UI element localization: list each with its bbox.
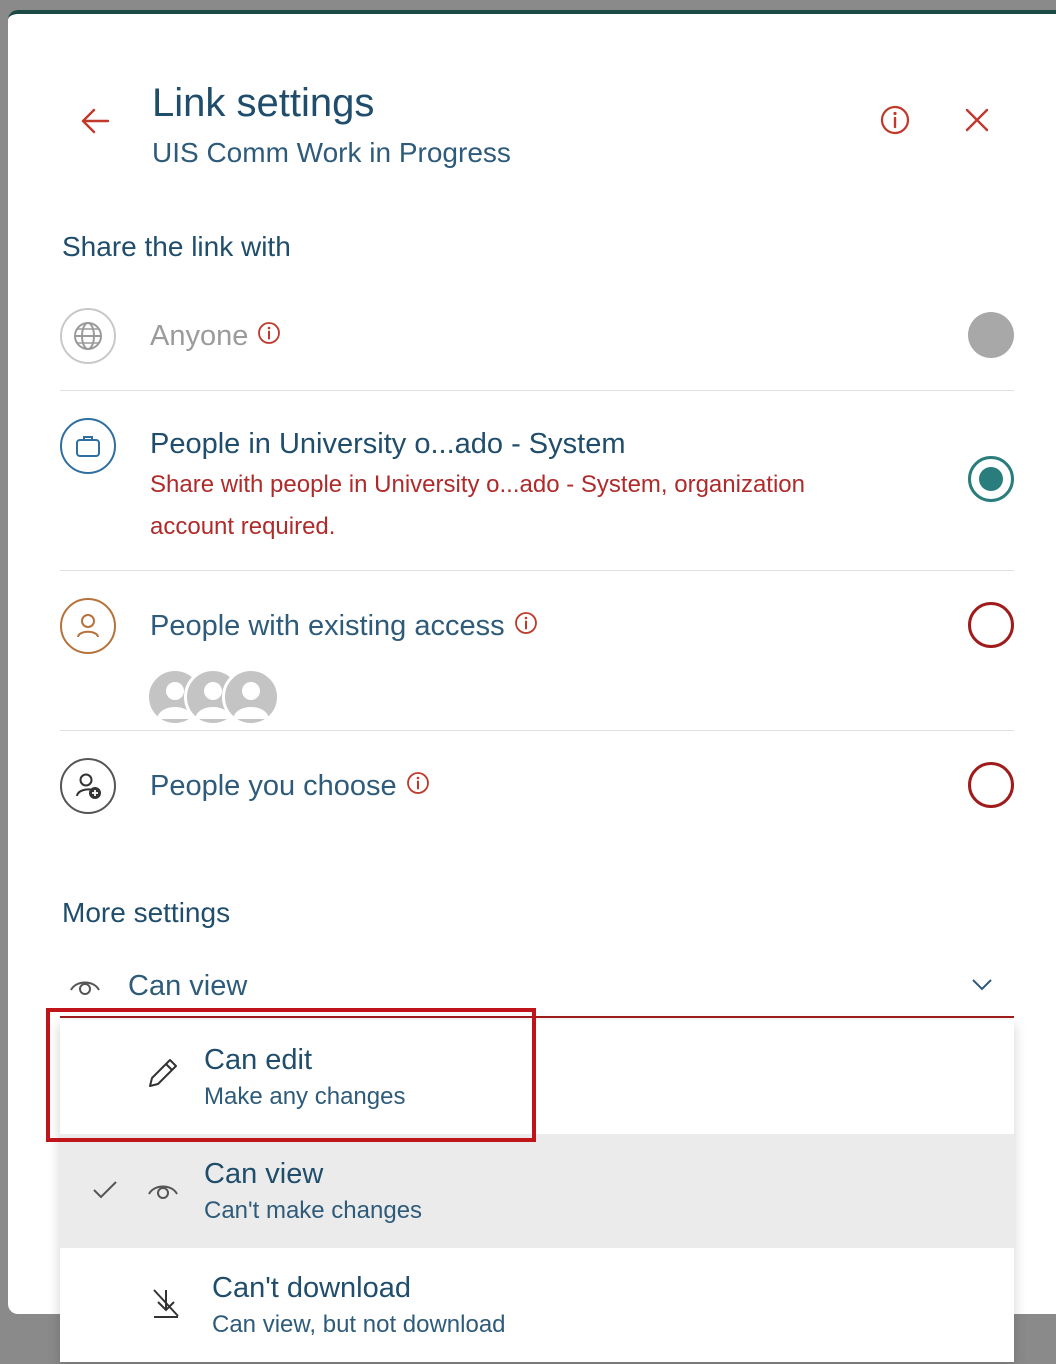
- divider: [60, 730, 1014, 731]
- info-icon: [880, 105, 910, 135]
- menu-item-title: Can edit: [204, 1044, 313, 1076]
- divider: [60, 570, 1014, 571]
- close-button[interactable]: [960, 103, 994, 137]
- menu-item-description: Can view, but not download: [212, 1311, 506, 1338]
- back-button[interactable]: [78, 104, 112, 138]
- radio-organization[interactable]: [968, 456, 1014, 502]
- close-icon: [965, 108, 989, 132]
- option-label: Anyone: [150, 318, 282, 355]
- no-download-icon: [153, 1289, 179, 1318]
- radio-existing-access[interactable]: [968, 602, 1014, 648]
- share-option-specific-people[interactable]: People you choose: [60, 758, 1014, 838]
- share-option-anyone: Anyone: [60, 308, 1014, 388]
- pencil-icon: [149, 1059, 177, 1087]
- permission-current: Can view: [128, 970, 248, 1002]
- info-icon[interactable]: [405, 769, 431, 805]
- info-icon[interactable]: [256, 319, 282, 355]
- menu-item-can-view[interactable]: Can view Can't make changes: [60, 1134, 1014, 1248]
- menu-item-description: Can't make changes: [204, 1197, 423, 1224]
- eye-icon: [148, 1185, 178, 1199]
- share-option-existing-access[interactable]: People with existing access: [60, 598, 1014, 726]
- page-subtitle: UIS Comm Work in Progress: [152, 137, 511, 168]
- radio-specific-people[interactable]: [968, 762, 1014, 808]
- permission-dropdown[interactable]: Can view: [60, 960, 1014, 1018]
- radio-anyone[interactable]: [968, 312, 1014, 358]
- menu-item-can-edit[interactable]: Can edit Make any changes: [60, 1020, 1014, 1134]
- arrow-left-icon: [81, 108, 110, 134]
- menu-item-description: Make any changes: [204, 1083, 406, 1110]
- option-title: People in University o...ado - System: [150, 428, 626, 460]
- checkmark-icon: [93, 1181, 117, 1199]
- person-add-icon: [60, 758, 116, 814]
- menu-item-cant-download[interactable]: Can't download Can view, but not downloa…: [60, 1248, 1014, 1362]
- divider: [60, 390, 1014, 391]
- option-label: People you choose: [150, 768, 431, 805]
- avatar: [222, 668, 280, 726]
- option-label: People with existing access: [150, 608, 539, 645]
- menu-item-title: Can view: [204, 1158, 324, 1190]
- info-icon[interactable]: [513, 609, 539, 645]
- chevron-down-icon: [972, 979, 992, 991]
- menu-item-title: Can't download: [212, 1272, 412, 1304]
- option-description: Share with people in University o...ado …: [150, 471, 805, 540]
- permission-menu: Can edit Make any changes Can view Can't…: [60, 1020, 1014, 1362]
- eye-icon: [70, 981, 100, 995]
- page-title: Link settings: [152, 81, 375, 125]
- share-option-organization[interactable]: People in University o...ado - System Sh…: [60, 418, 1014, 558]
- share-section-label: Share the link with: [62, 231, 291, 262]
- globe-icon: [60, 308, 116, 364]
- person-icon: [60, 598, 116, 654]
- avatar-group: [146, 668, 296, 728]
- info-button[interactable]: [878, 103, 912, 137]
- briefcase-icon: [60, 418, 116, 474]
- more-settings-label: More settings: [62, 897, 231, 928]
